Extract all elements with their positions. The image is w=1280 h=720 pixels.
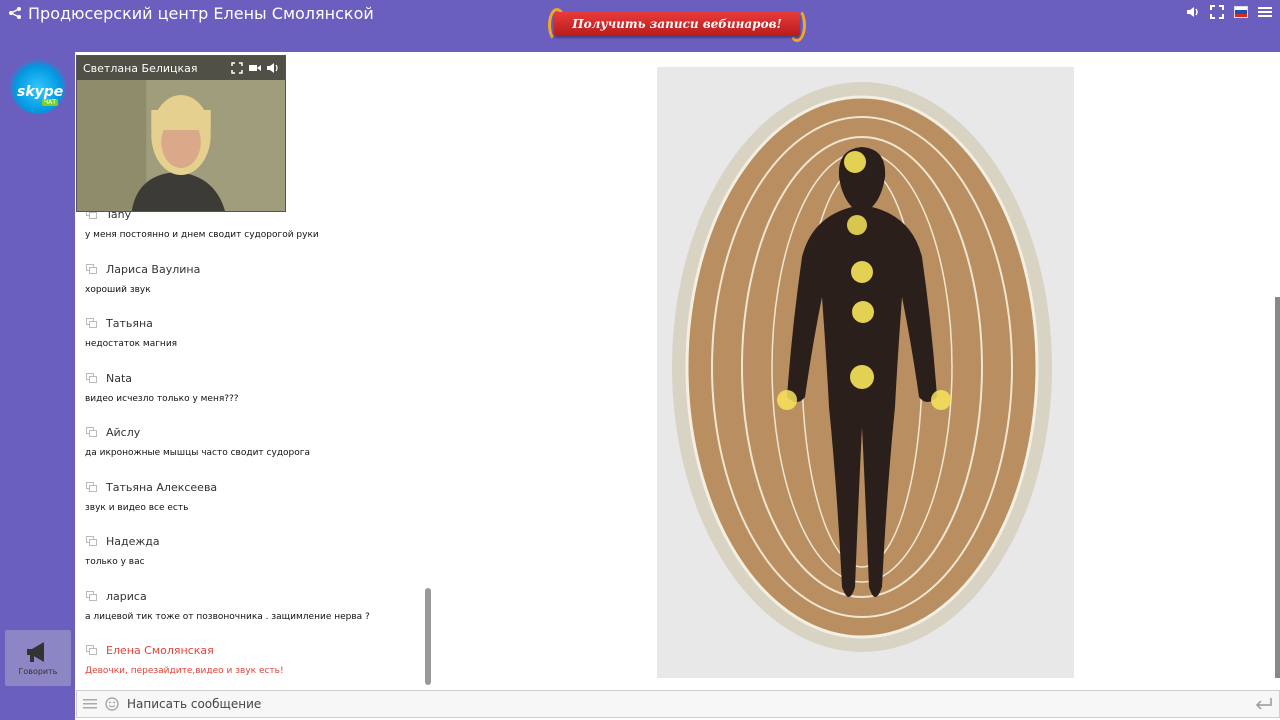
chat-text: а лицевой тик тоже от позвоночника . защ… (85, 611, 370, 622)
chat-message-header: лариса (86, 590, 147, 603)
chat-message-header: Айслу (86, 426, 140, 439)
megaphone-icon (27, 641, 44, 662)
top-icons (1186, 5, 1272, 19)
share-icon[interactable] (8, 6, 22, 20)
chat-author: Елена Смолянская (106, 644, 214, 657)
promo-button[interactable]: Получить записи вебинаров! (554, 12, 800, 36)
menu-icon[interactable] (1258, 5, 1272, 19)
message-input[interactable] (127, 697, 1207, 711)
page-title: Продюсерский центр Елены Смолянской (28, 3, 374, 23)
chat-text: звук и видео все есть (85, 502, 189, 513)
chat-author: Лариса Ваулина (106, 262, 201, 276)
chat-text: Девочки, перезайдите,видео и звук есть! (85, 666, 284, 676)
chat-author: Nata (106, 371, 133, 385)
skype-chat-badge: ЧАТ (42, 99, 58, 106)
chat-message-header: Nata (86, 372, 132, 385)
energy-body-illustration (657, 67, 1074, 678)
title-area: Продюсерский центр Елены Смолянской (8, 3, 374, 23)
presenter-video[interactable]: Светлана Белицкая (76, 55, 286, 212)
chat-author: Татьяна (106, 317, 153, 330)
chat-author: лариса (106, 589, 147, 603)
top-bar: Продюсерский центр Елены Смолянской Полу… (0, 0, 1280, 52)
chat-author: Айслу (106, 426, 141, 439)
reply-icon[interactable] (86, 372, 98, 384)
reply-icon[interactable] (86, 536, 98, 547)
chat-text: только у вас (85, 557, 145, 567)
smile-icon[interactable] (105, 697, 119, 711)
reply-icon[interactable] (86, 481, 98, 493)
fullscreen-icon[interactable] (1210, 5, 1224, 19)
chat-text: хороший звук (85, 284, 151, 295)
presenter-name: Светлана Белицкая (83, 61, 198, 75)
volume-icon[interactable] (267, 62, 279, 74)
speak-label: Говорить (18, 666, 58, 676)
chat-author: Надежда (106, 535, 160, 548)
promo-banner[interactable]: Получить записи вебинаров! (548, 6, 806, 46)
reply-icon[interactable] (86, 318, 98, 329)
speak-button[interactable]: Говорить (5, 630, 71, 686)
chat-text: у меня постоянно и днем сводит судорогой… (85, 230, 319, 240)
chat-text: видео исчезло только у меня??? (85, 393, 239, 404)
chat-text: недостаток магния (85, 339, 178, 349)
chat-text: да икроножные мышцы часто сводит судорог… (85, 448, 311, 458)
camera-icon[interactable] (249, 62, 261, 74)
video-controls (231, 62, 279, 74)
language-flag-ru[interactable] (1234, 6, 1248, 18)
chat-author: Tany (106, 212, 132, 221)
volume-icon[interactable] (1186, 5, 1200, 19)
chat-message-header: Татьяна (86, 317, 153, 330)
reply-icon[interactable] (86, 263, 98, 275)
presentation-slide (657, 67, 1074, 678)
enter-icon[interactable] (1255, 697, 1273, 711)
reply-icon[interactable] (86, 427, 98, 438)
message-composer (76, 690, 1280, 718)
chat-list[interactable]: Tany у меня постоянно и днем сводит судор… (76, 212, 426, 688)
reply-icon[interactable] (86, 645, 98, 656)
menu-icon[interactable] (83, 698, 97, 710)
chat-message-header: Лариса Ваулина (86, 263, 200, 276)
chat-scroll-thumb[interactable] (425, 588, 431, 685)
right-edge-panel (1275, 297, 1280, 678)
reply-icon[interactable] (86, 212, 98, 220)
presenter-video-frame (77, 80, 285, 211)
chat-message-header: Tany (86, 212, 131, 221)
fullscreen-icon[interactable] (231, 62, 243, 74)
chat-message-header: Татьяна Алексеева (86, 481, 217, 494)
reply-icon[interactable] (86, 590, 98, 602)
chat-message-header: Елена Смолянская (86, 644, 214, 657)
skype-label: skype (17, 84, 64, 100)
chat-message-header: Надежда (86, 535, 160, 548)
chat-author: Татьяна Алексеева (106, 480, 218, 494)
